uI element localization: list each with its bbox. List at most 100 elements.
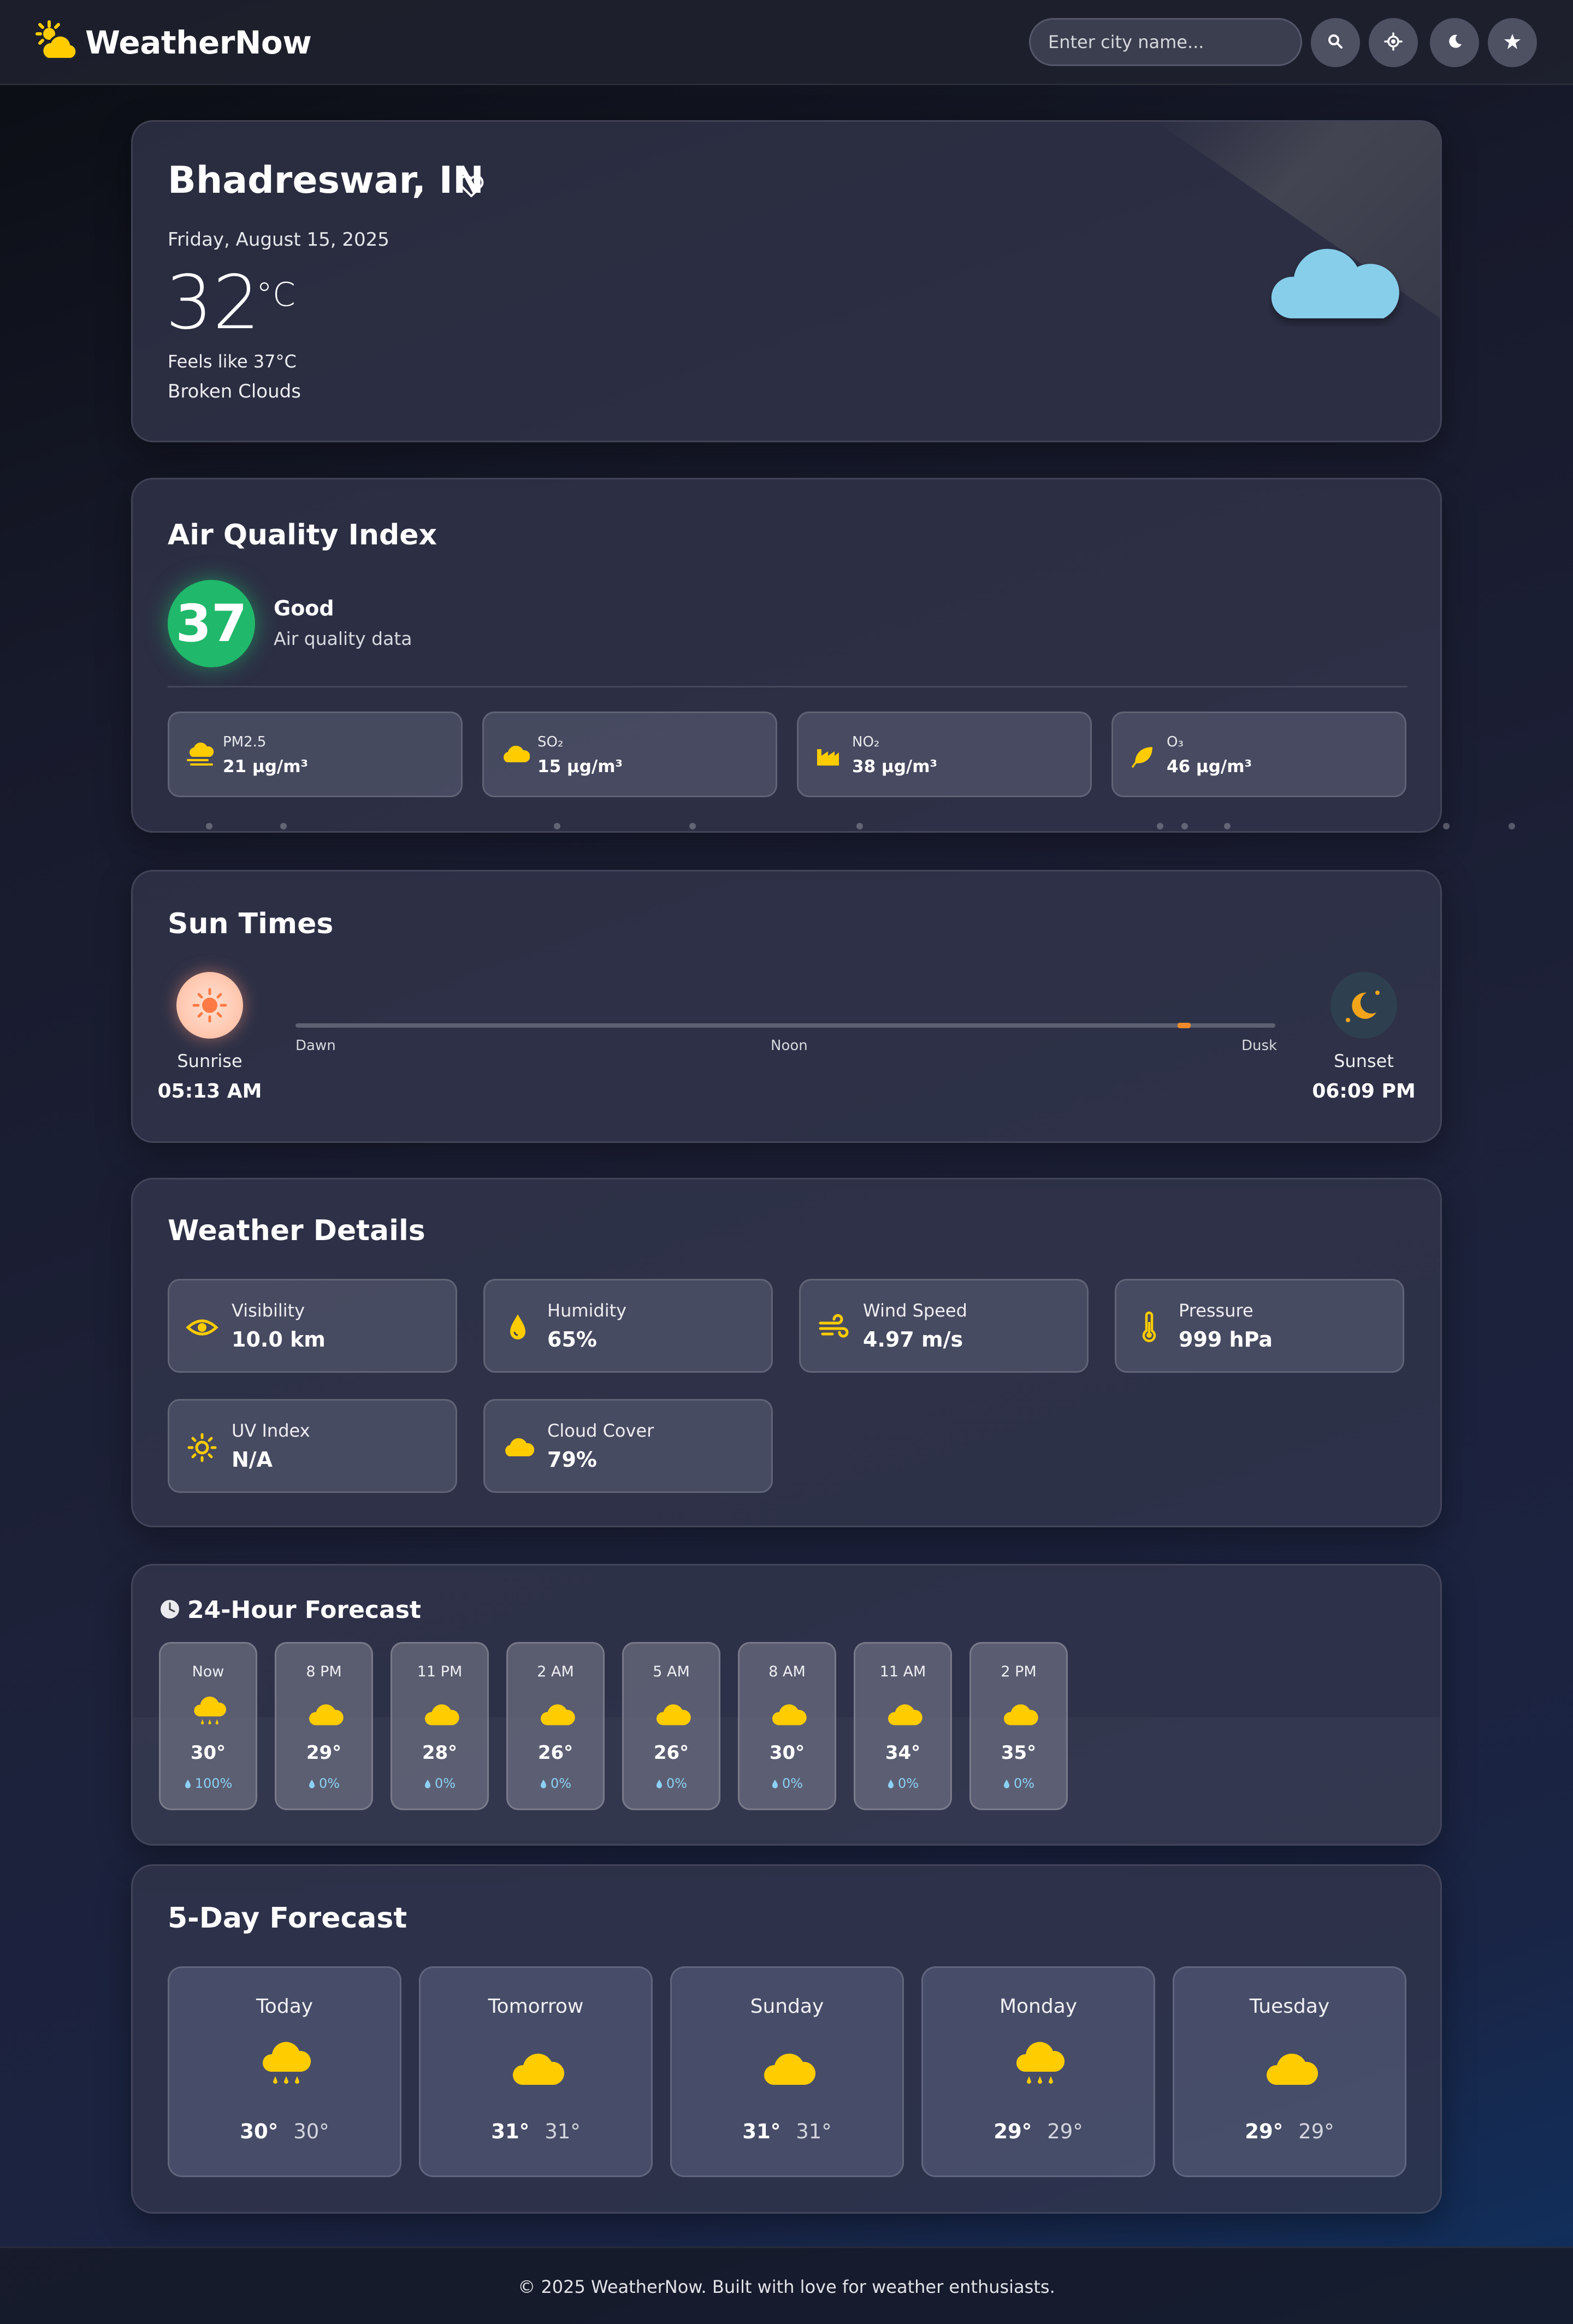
logo[interactable]: WeatherNow bbox=[33, 20, 312, 66]
detail-value: 4.97 m/s bbox=[863, 1327, 963, 1351]
particle bbox=[554, 823, 560, 829]
day-name: Today bbox=[256, 1995, 314, 2018]
hour-time: 11 AM bbox=[879, 1663, 926, 1680]
section-title: Sun Times bbox=[168, 908, 334, 940]
pollutant-name: O₃ bbox=[1167, 734, 1184, 750]
section-title: Air Quality Index bbox=[168, 519, 437, 552]
locate-icon bbox=[1384, 32, 1403, 53]
cloud-icon bbox=[423, 1696, 460, 1729]
footer: © 2025 WeatherNow. Built with love for w… bbox=[0, 2246, 1573, 2324]
day-name: Monday bbox=[999, 1995, 1078, 2018]
factory-icon bbox=[815, 742, 844, 769]
hourly-item[interactable]: Now 30° 100% bbox=[159, 1642, 257, 1810]
rain-value: 0% bbox=[318, 1776, 340, 1791]
sunrise-icon bbox=[176, 988, 243, 1041]
section-title: Weather Details bbox=[168, 1214, 425, 1247]
hourly-item[interactable]: 5 AM 26° 0% bbox=[622, 1642, 720, 1810]
day-high: 29° bbox=[994, 2120, 1032, 2143]
sun-cloud-logo-icon bbox=[33, 20, 82, 66]
daily-item[interactable]: Today 30° 30° bbox=[168, 1966, 401, 2177]
pollutant-card: O₃ 46 μg/m³ bbox=[1111, 712, 1406, 797]
thermometer-icon bbox=[1133, 1311, 1166, 1344]
rain-value: 0% bbox=[782, 1776, 803, 1791]
hour-time: 2 PM bbox=[1001, 1663, 1037, 1680]
day-high: 30° bbox=[240, 2120, 279, 2143]
particle bbox=[206, 823, 212, 829]
aqi-value-badge: 37 bbox=[168, 580, 255, 667]
detail-label: Humidity bbox=[547, 1300, 627, 1321]
air-quality-card: Air Quality Index 37 Good Air quality da… bbox=[131, 478, 1442, 833]
pollutant-value: 21 μg/m³ bbox=[223, 757, 309, 776]
cloud-icon bbox=[761, 2041, 816, 2090]
hourly-item[interactable]: 2 PM 35° 0% bbox=[969, 1642, 1068, 1810]
pollutant-value: 38 μg/m³ bbox=[852, 757, 938, 776]
search-input[interactable] bbox=[1048, 32, 1288, 52]
detail-label: Cloud Cover bbox=[547, 1420, 654, 1441]
detail-value: 79% bbox=[547, 1448, 597, 1472]
detail-card-uv: UV Index N/A bbox=[168, 1399, 457, 1493]
hour-rain-chance: 100% bbox=[161, 1776, 256, 1791]
day-low: 29° bbox=[1298, 2120, 1334, 2143]
detail-card-pressure: Pressure 999 hPa bbox=[1115, 1279, 1404, 1373]
particle bbox=[1181, 823, 1188, 829]
hourly-item[interactable]: 2 AM 26° 0% bbox=[506, 1642, 605, 1810]
cloud-icon bbox=[654, 1696, 691, 1729]
pollutant-name: NO₂ bbox=[852, 734, 880, 750]
locate-button[interactable] bbox=[1369, 18, 1418, 67]
droplet-icon bbox=[501, 1311, 534, 1344]
daily-item[interactable]: Tuesday 29° 29° bbox=[1173, 1966, 1406, 2177]
daily-item[interactable]: Sunday 31° 31° bbox=[670, 1966, 904, 2177]
cloud-icon bbox=[510, 2041, 565, 2090]
droplet-icon bbox=[655, 1776, 666, 1791]
sunset-badge bbox=[1330, 972, 1397, 1039]
hour-rain-chance: 0% bbox=[855, 1776, 950, 1791]
hourly-item[interactable]: 11 PM 28° 0% bbox=[391, 1642, 489, 1810]
particle bbox=[1157, 823, 1163, 829]
pollutant-value: 15 μg/m³ bbox=[537, 757, 623, 776]
moon-icon bbox=[1330, 991, 1397, 1041]
rain-value: 0% bbox=[666, 1776, 688, 1791]
divider bbox=[168, 686, 1408, 687]
day-high: 31° bbox=[491, 2120, 530, 2143]
pollutant-name: SO₂ bbox=[537, 734, 564, 750]
hour-rain-chance: 0% bbox=[971, 1776, 1066, 1791]
favorite-heart-icon[interactable] bbox=[458, 174, 484, 198]
daily-item[interactable]: Monday 29° 29° bbox=[921, 1966, 1155, 2177]
detail-value: N/A bbox=[232, 1448, 273, 1472]
cloud-icon bbox=[1269, 228, 1405, 327]
wind-icon bbox=[817, 1311, 850, 1344]
weather-description: Broken Clouds bbox=[168, 381, 301, 402]
rain-value: 0% bbox=[550, 1776, 572, 1791]
hour-rain-chance: 0% bbox=[392, 1776, 487, 1791]
rain-cloud-icon bbox=[1013, 2041, 1067, 2090]
detail-card-wind: Wind Speed 4.97 m/s bbox=[799, 1279, 1089, 1373]
favorites-button[interactable] bbox=[1488, 18, 1537, 67]
rain-value: 0% bbox=[434, 1776, 456, 1791]
daily-item[interactable]: Tomorrow 31° 31° bbox=[419, 1966, 653, 2177]
sunrise-time: 05:13 AM bbox=[157, 1080, 262, 1102]
day-temps: 30° 30° bbox=[169, 2120, 400, 2143]
detail-label: Pressure bbox=[1179, 1300, 1253, 1321]
dark-mode-toggle[interactable] bbox=[1430, 18, 1479, 67]
search-icon bbox=[1327, 33, 1344, 52]
hourly-item[interactable]: 11 AM 34° 0% bbox=[854, 1642, 952, 1810]
detail-label: Wind Speed bbox=[863, 1300, 967, 1321]
hour-time: 8 PM bbox=[306, 1663, 342, 1680]
city-name: Bhadreswar, IN bbox=[168, 159, 484, 202]
sun-progress-track bbox=[295, 1023, 1275, 1028]
hour-time: 8 AM bbox=[768, 1663, 806, 1680]
hourly-item[interactable]: 8 AM 30° 0% bbox=[738, 1642, 836, 1810]
app-header: WeatherNow bbox=[0, 0, 1573, 85]
star-icon bbox=[1504, 33, 1521, 52]
pollutant-card: PM2.5 21 μg/m³ bbox=[168, 712, 463, 797]
eye-icon bbox=[186, 1311, 218, 1344]
hour-temp: 30° bbox=[769, 1742, 805, 1764]
day-temps: 31° 31° bbox=[672, 2120, 902, 2143]
section-title: 24-Hour Forecast bbox=[187, 1596, 421, 1624]
detail-value: 10.0 km bbox=[232, 1327, 326, 1351]
hour-rain-chance: 0% bbox=[276, 1776, 371, 1791]
hourly-item[interactable]: 8 PM 29° 0% bbox=[275, 1642, 373, 1810]
current-temperature: 32 bbox=[165, 260, 261, 346]
search-button[interactable] bbox=[1311, 18, 1360, 67]
pollutant-card: NO₂ 38 μg/m³ bbox=[797, 712, 1092, 797]
